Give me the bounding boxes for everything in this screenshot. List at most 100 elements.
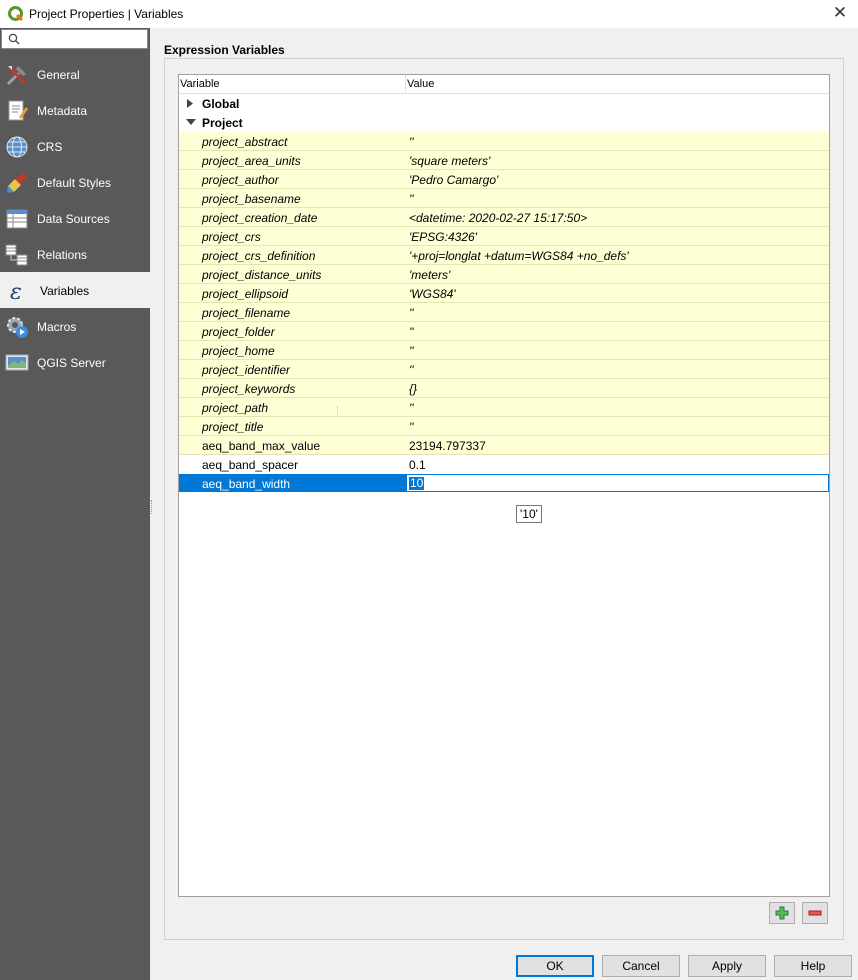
macro-gear-icon <box>7 317 28 338</box>
variable-value: 'Pedro Camargo' <box>409 173 499 187</box>
variable-row[interactable]: project_keywords {} <box>179 379 829 398</box>
variable-name: project_path <box>202 401 269 415</box>
group-row-project[interactable]: Project <box>179 113 829 132</box>
variable-value: '' <box>409 420 414 434</box>
sidebar-item-label: CRS <box>37 140 63 154</box>
variable-value: '' <box>409 401 414 415</box>
variable-value: '+proj=longlat +datum=WGS84 +no_defs' <box>409 249 629 263</box>
variable-name: project_distance_units <box>202 268 322 282</box>
variable-name: project_area_units <box>202 154 301 168</box>
tree-header: Variable Value <box>179 75 829 94</box>
sidebar-item-label: Default Styles <box>37 176 112 190</box>
variable-value: 'meters' <box>409 268 451 282</box>
globe-icon <box>6 136 28 158</box>
variables-tree[interactable]: Variable Value Global Project project_ab… <box>178 74 830 897</box>
variable-name: project_filename <box>202 306 291 320</box>
selected-value-text[interactable]: 10 <box>409 477 425 490</box>
variable-name: project_title <box>202 420 264 434</box>
variable-row[interactable]: project_creation_date <datetime: 2020-02-… <box>179 208 829 227</box>
variable-name: project_keywords <box>202 382 296 396</box>
variable-row[interactable]: project_distance_units 'meters' <box>179 265 829 284</box>
variable-row-editing[interactable]: aeq_band_width 10 <box>179 474 829 493</box>
section-title: Expression Variables <box>164 43 285 57</box>
variable-row[interactable]: project_basename '' <box>179 189 829 208</box>
sidebar-item-general[interactable]: General <box>0 56 150 92</box>
svg-text:ε: ε <box>10 280 22 303</box>
sidebar-item-label: Relations <box>37 248 88 262</box>
variable-row[interactable]: project_crs_definition '+proj=longlat +da… <box>179 246 829 265</box>
column-header-variable[interactable]: Variable <box>180 78 220 90</box>
metadata-icon <box>8 100 28 121</box>
variable-row[interactable]: project_abstract '' <box>179 132 829 151</box>
remove-variable-button[interactable] <box>802 902 828 924</box>
help-button[interactable]: Help <box>774 955 852 977</box>
variable-name: project_crs_definition <box>202 249 316 263</box>
window-title: Project Properties | Variables <box>29 7 184 21</box>
variable-name: project_ellipsoid <box>202 287 289 301</box>
variable-value: '' <box>409 325 414 339</box>
collapse-arrow-icon[interactable] <box>186 118 196 126</box>
value-edit-field[interactable]: 10 <box>406 474 829 492</box>
variable-name: project_identifier <box>202 363 291 377</box>
variable-row[interactable]: project_folder '' <box>179 322 829 341</box>
sidebar-item-label: Data Sources <box>37 212 110 226</box>
variable-value: 'square meters' <box>409 154 491 168</box>
sidebar-nav: General Metadata CRS Default Styles Data… <box>0 56 150 380</box>
search-box[interactable] <box>1 29 148 49</box>
tools-icon <box>6 65 27 86</box>
group-label: Project <box>202 116 243 130</box>
variable-row[interactable]: aeq_band_max_value 23194.797337 <box>179 436 829 455</box>
variable-row[interactable]: project_home '' <box>179 341 829 360</box>
plus-icon <box>775 906 789 920</box>
variable-value: {} <box>409 382 418 396</box>
apply-button[interactable]: Apply <box>688 955 766 977</box>
brush-icon <box>7 173 27 193</box>
variable-row[interactable]: aeq_band_spacer 0.1 <box>179 455 829 474</box>
variable-value: '' <box>409 344 414 358</box>
variable-row[interactable]: project_identifier '' <box>179 360 829 379</box>
ok-button[interactable]: OK <box>516 955 594 977</box>
title-bar: Project Properties | Variables ✕ <box>0 0 858 28</box>
value-tooltip: '10' <box>516 505 542 523</box>
minus-icon <box>808 910 822 916</box>
cancel-button[interactable]: Cancel <box>602 955 680 977</box>
variable-name: aeq_band_width <box>202 477 291 491</box>
sidebar-item-label: Variables <box>40 284 90 298</box>
variable-row[interactable]: project_ellipsoid 'WGS84' <box>179 284 829 303</box>
sidebar-item-variables[interactable]: ε Variables <box>0 272 150 308</box>
variable-value: '' <box>409 192 414 206</box>
search-input[interactable] <box>24 31 148 49</box>
sidebar-item-qgis-server[interactable]: QGIS Server <box>0 344 150 380</box>
sidebar-item-label: QGIS Server <box>37 356 106 370</box>
variable-value: 23194.797337 <box>409 439 486 453</box>
close-icon[interactable]: ✕ <box>830 3 850 23</box>
variable-name: project_author <box>202 173 279 187</box>
variable-row[interactable]: project_title '' <box>179 417 829 436</box>
variable-row[interactable]: project_filename '' <box>179 303 829 322</box>
sidebar-item-default-styles[interactable]: Default Styles <box>0 164 150 200</box>
variable-row[interactable]: project_crs 'EPSG:4326' <box>179 227 829 246</box>
sidebar: General Metadata CRS Default Styles Data… <box>0 28 150 980</box>
variable-row[interactable]: project_path '' <box>179 398 829 417</box>
sidebar-item-crs[interactable]: CRS <box>0 128 150 164</box>
variable-row[interactable]: project_author 'Pedro Camargo' <box>179 170 829 189</box>
column-header-value[interactable]: Value <box>407 78 434 90</box>
variable-row[interactable]: project_area_units 'square meters' <box>179 151 829 170</box>
group-row-global[interactable]: Global <box>179 94 829 113</box>
variable-value: '' <box>409 306 414 320</box>
variable-value: 'WGS84' <box>409 287 456 301</box>
sidebar-item-macros[interactable]: Macros <box>0 308 150 344</box>
sidebar-item-relations[interactable]: Relations <box>0 236 150 272</box>
sidebar-item-metadata[interactable]: Metadata <box>0 92 150 128</box>
epsilon-icon: ε <box>10 280 22 303</box>
group-label: Global <box>202 97 240 111</box>
sidebar-item-data-sources[interactable]: Data Sources <box>0 200 150 236</box>
variable-value: <datetime: 2020-02-27 15:17:50> <box>409 211 588 225</box>
variable-value: 'EPSG:4326' <box>409 230 477 244</box>
header-divider[interactable] <box>405 75 406 93</box>
add-variable-button[interactable] <box>769 902 795 924</box>
server-icon <box>5 354 29 371</box>
expand-arrow-icon[interactable] <box>186 99 194 108</box>
splitter-handle[interactable] <box>151 500 154 514</box>
sidebar-item-label: Metadata <box>37 104 88 118</box>
